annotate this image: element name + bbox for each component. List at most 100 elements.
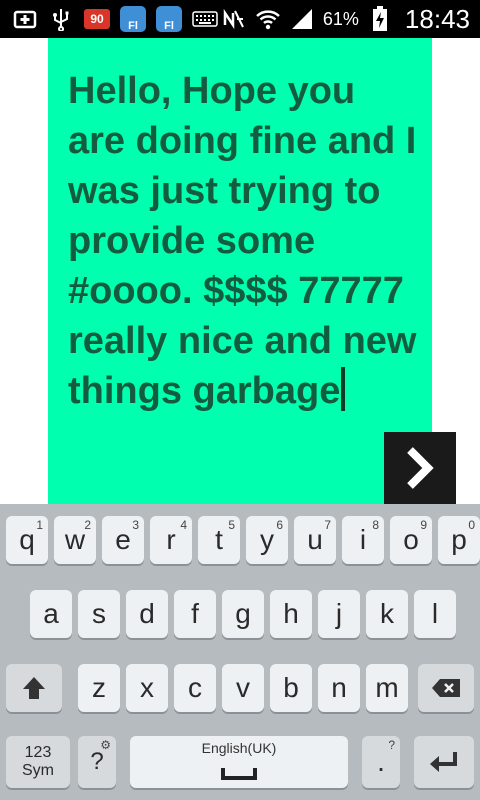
usb-icon bbox=[48, 6, 74, 32]
backspace-icon bbox=[432, 679, 460, 697]
key-x[interactable]: x bbox=[126, 664, 168, 712]
key-e[interactable]: 3e bbox=[102, 516, 144, 564]
next-button[interactable] bbox=[384, 432, 456, 504]
key-m[interactable]: m bbox=[366, 664, 408, 712]
clock: 18:43 bbox=[404, 3, 470, 34]
key-y[interactable]: 6y bbox=[246, 516, 288, 564]
key-hint: 5 bbox=[228, 518, 235, 532]
notification-badge: 90 bbox=[84, 9, 110, 29]
battery-percent: 61% bbox=[322, 8, 359, 29]
key-label: k bbox=[380, 598, 394, 629]
space-key[interactable]: English(UK) bbox=[130, 736, 348, 788]
key-label: w bbox=[64, 524, 86, 555]
key-label: p bbox=[451, 524, 467, 555]
key-hint: 7 bbox=[324, 518, 331, 532]
key-label: n bbox=[331, 672, 347, 703]
key-r[interactable]: 4r bbox=[150, 516, 192, 564]
enter-key[interactable] bbox=[414, 736, 474, 788]
backspace-key[interactable] bbox=[418, 664, 474, 712]
shift-arrow-icon bbox=[23, 677, 45, 699]
key-label: f bbox=[191, 598, 199, 629]
key-hint: 9 bbox=[420, 518, 427, 532]
key-z[interactable]: z bbox=[78, 664, 120, 712]
key-u[interactable]: 7u bbox=[294, 516, 336, 564]
key-hint: 4 bbox=[180, 518, 187, 532]
key-hint: 1 bbox=[36, 518, 43, 532]
key-label: m bbox=[375, 672, 399, 703]
key-label: y bbox=[260, 524, 274, 555]
key-label: a bbox=[43, 598, 59, 629]
question-key-label: ? bbox=[90, 748, 104, 775]
key-label: q bbox=[19, 524, 35, 555]
note-text-field[interactable]: Hello, Hope you are doing fine and I was… bbox=[68, 66, 420, 416]
key-label: z bbox=[92, 672, 106, 703]
key-o[interactable]: 9o bbox=[390, 516, 432, 564]
key-i[interactable]: 8i bbox=[342, 516, 384, 564]
key-h[interactable]: h bbox=[270, 590, 312, 638]
key-g[interactable]: g bbox=[222, 590, 264, 638]
key-label: s bbox=[92, 598, 106, 629]
key-j[interactable]: j bbox=[318, 590, 360, 638]
key-hint: 3 bbox=[132, 518, 139, 532]
battery-icon bbox=[367, 6, 393, 32]
key-label: d bbox=[139, 598, 155, 629]
app-icon-2: Fl bbox=[156, 6, 182, 32]
key-label: x bbox=[140, 672, 154, 703]
key-label: b bbox=[283, 672, 299, 703]
key-a[interactable]: a bbox=[30, 590, 72, 638]
key-label: u bbox=[307, 524, 323, 555]
app-icon: Fl bbox=[120, 6, 146, 32]
key-f[interactable]: f bbox=[174, 590, 216, 638]
key-hint: 6 bbox=[276, 518, 283, 532]
key-p[interactable]: 0p bbox=[438, 516, 480, 564]
enter-icon bbox=[430, 752, 457, 772]
key-label: r bbox=[166, 524, 176, 555]
wifi-icon bbox=[255, 6, 281, 32]
key-w[interactable]: 2w bbox=[54, 516, 96, 564]
signal-icon bbox=[289, 6, 315, 32]
status-bar-right: 61% 18:43 bbox=[221, 4, 470, 34]
key-label: c bbox=[188, 672, 202, 703]
status-bar-left: 90 Fl Fl bbox=[12, 6, 218, 32]
key-c[interactable]: c bbox=[174, 664, 216, 712]
status-bar: 90 Fl Fl 61% 18:43 bbox=[0, 0, 480, 38]
symbols-key[interactable]: 123 Sym bbox=[6, 736, 70, 788]
key-l[interactable]: l bbox=[414, 590, 456, 638]
note-text: Hello, Hope you are doing fine and I was… bbox=[68, 70, 428, 412]
shift-key[interactable] bbox=[6, 664, 62, 712]
mute-icon bbox=[221, 6, 247, 32]
note-editor[interactable]: Hello, Hope you are doing fine and I was… bbox=[48, 38, 432, 504]
key-label: l bbox=[431, 598, 439, 629]
key-d[interactable]: d bbox=[126, 590, 168, 638]
space-bar-icon bbox=[221, 768, 257, 780]
key-v[interactable]: v bbox=[222, 664, 264, 712]
chevron-right-icon bbox=[407, 447, 434, 489]
key-s[interactable]: s bbox=[78, 590, 120, 638]
key-k[interactable]: k bbox=[366, 590, 408, 638]
key-label: t bbox=[215, 524, 223, 555]
soft-keyboard: 123 Sym ⚙ ? English(UK) ? . 1q2w3e4r5t6y… bbox=[0, 504, 480, 800]
key-b[interactable]: b bbox=[270, 664, 312, 712]
key-label: o bbox=[403, 524, 419, 555]
space-key-label: English(UK) bbox=[201, 740, 277, 756]
key-label: j bbox=[335, 598, 343, 629]
keyboard-icon bbox=[192, 6, 218, 32]
question-key[interactable]: ⚙ ? bbox=[78, 736, 116, 788]
period-key-label: . bbox=[377, 746, 385, 777]
key-label: v bbox=[236, 672, 250, 703]
key-q[interactable]: 1q bbox=[6, 516, 48, 564]
settings-hint-icon: ⚙ bbox=[100, 738, 111, 752]
key-label: h bbox=[283, 598, 299, 629]
key-t[interactable]: 5t bbox=[198, 516, 240, 564]
key-hint: 8 bbox=[372, 518, 379, 532]
period-key[interactable]: ? . bbox=[362, 736, 400, 788]
key-hint: 0 bbox=[468, 518, 475, 532]
key-hint: 2 bbox=[84, 518, 91, 532]
key-n[interactable]: n bbox=[318, 664, 360, 712]
key-label: g bbox=[235, 598, 251, 629]
add-box-icon bbox=[12, 6, 38, 32]
key-label: i bbox=[359, 524, 367, 555]
text-cursor bbox=[341, 367, 346, 411]
key-label: e bbox=[115, 524, 131, 555]
symbols-key-label: 123 Sym bbox=[22, 744, 54, 779]
